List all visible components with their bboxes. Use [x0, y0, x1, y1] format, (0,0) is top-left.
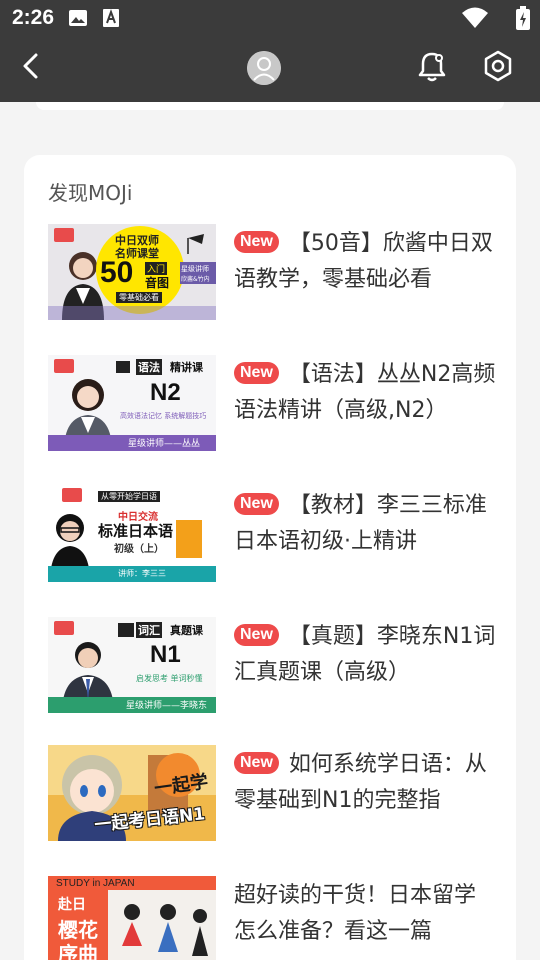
new-badge: New [234, 231, 279, 253]
course-thumbnail: 中日双师 名师课堂 50 入门 音图 零基础必看 星级讲师 欣酱&竹内 [48, 224, 216, 320]
hexagon-settings-icon [483, 50, 513, 86]
list-item[interactable]: STUDY in JAPAN 赴日 樱花 序曲 超好读的干货！日本留学怎么准备？… [48, 876, 492, 960]
thumbnail-big: N2 [150, 379, 181, 406]
thumbnail-sub: 零基础必看 [116, 292, 162, 303]
settings-button[interactable] [474, 44, 522, 92]
thumbnail-line1: 赴日 [58, 897, 86, 913]
item-title: New 如何系统学日语：从零基础到N1的完整指 [234, 752, 487, 813]
thumbnail-line2: 标准日本语 [98, 522, 174, 540]
card-title: 发现MOJi [48, 181, 133, 205]
item-title: New 【语法】丛丛N2高频语法精讲（高级,N2） [234, 362, 496, 423]
user-icon [247, 51, 281, 85]
course-thumbnail: 一起学 一起考日语N1 [48, 745, 216, 841]
new-badge: New [234, 362, 279, 384]
thumbnail-big: 50 [100, 256, 134, 289]
thumbnail-kicker: 从零开始学日语 [98, 491, 160, 502]
thumbnail-kicker: STUDY in JAPAN [56, 878, 135, 889]
status-time: 2:26 [12, 6, 55, 29]
course-thumbnail: 从零开始学日语 中日交流 标准日本语 初级（上） 讲师：李三三 [48, 486, 216, 582]
thumbnail-footer: 讲师：李三三 [118, 569, 166, 578]
thumbnail-kicker: 词汇 [136, 622, 162, 638]
item-title: New 【50音】欣酱中日双语教学，零基础必看 [234, 231, 493, 292]
thumbnail-sub: 高效语法记忆 系统解题技巧 [120, 412, 207, 420]
wifi-icon [462, 7, 488, 33]
list-item[interactable]: 词汇 真题课 N1 启发思考 单词秒懂 星级讲师——李晓东 New 【真题】李晓东… [48, 617, 495, 713]
thumbnail-big: N1 [150, 641, 181, 668]
thumbnail-footer: 星级讲师——丛丛 [128, 439, 201, 449]
thumbnail-line3: 序曲 [58, 942, 98, 960]
thumbnail-footer: 星级讲师——李晓东 [126, 701, 208, 711]
course-thumbnail: STUDY in JAPAN 赴日 樱花 序曲 [48, 876, 216, 960]
course-thumbnail: 语法 精讲课 N2 高效语法记忆 系统解题技巧 星级讲师——丛丛 [48, 355, 216, 451]
back-button[interactable] [8, 44, 56, 92]
thumbnail-kicker2: 精讲课 [170, 361, 203, 374]
new-badge: New [234, 624, 279, 646]
item-title: New 【教材】李三三标准日本语初级·上精讲 [234, 493, 487, 554]
discover-card: 发现MOJi 中日双师 名师课堂 50 入门 音图 零基础必看 星级讲师 欣酱&… [24, 155, 516, 960]
a-icon [102, 8, 120, 32]
app-bar [0, 36, 540, 102]
thumbnail-kicker2: 真题课 [170, 624, 203, 637]
list-item[interactable]: 从零开始学日语 中日交流 标准日本语 初级（上） 讲师：李三三 New 【教材】李… [48, 486, 492, 582]
notification-button[interactable] [408, 44, 456, 92]
new-badge: New [234, 493, 279, 515]
item-title: New 【真题】李晓东N1词汇真题课（高级） [234, 624, 496, 685]
status-bar: 2:26 [0, 0, 540, 36]
course-thumbnail: 词汇 真题课 N1 启发思考 单词秒懂 星级讲师——李晓东 [48, 617, 216, 713]
thumbnail-line3: 初级（上） [114, 544, 164, 555]
avatar[interactable] [247, 51, 281, 85]
image-icon [68, 8, 88, 32]
new-badge: New [234, 752, 279, 774]
thumbnail-kicker: 语法 [136, 359, 162, 375]
battery-icon [516, 6, 530, 34]
list-item[interactable]: 一起学 一起考日语N1 New 如何系统学日语：从零基础到N1的完整指 [48, 745, 492, 841]
chevron-left-icon [20, 52, 44, 84]
thumbnail-side2: 欣酱&竹内 [181, 276, 210, 283]
thumbnail-side1: 星级讲师 [181, 265, 209, 273]
thumbnail-tag2: 音图 [145, 276, 170, 290]
list-item[interactable]: 中日双师 名师课堂 50 入门 音图 零基础必看 星级讲师 欣酱&竹内 New 【… [48, 224, 493, 320]
thumbnail-sub: 启发思考 单词秒懂 [136, 674, 203, 683]
item-title: 超好读的干货！日本留学怎么准备？看这一篇 [234, 883, 477, 944]
previous-card-edge [36, 102, 504, 110]
bell-icon [417, 50, 447, 86]
list-item[interactable]: 语法 精讲课 N2 高效语法记忆 系统解题技巧 星级讲师——丛丛 New 【语法】… [48, 355, 495, 451]
